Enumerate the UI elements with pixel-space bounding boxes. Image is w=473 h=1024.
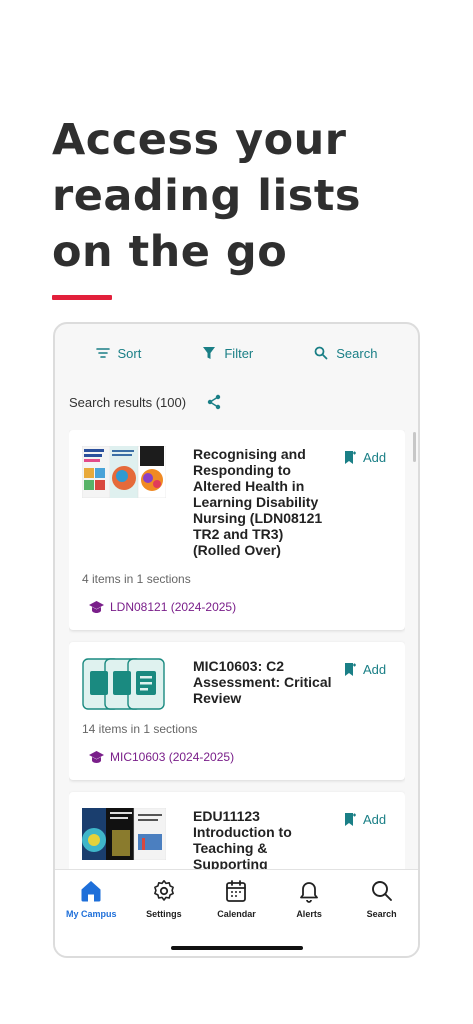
nav-label: My Campus	[66, 909, 117, 919]
filter-icon	[203, 347, 216, 359]
gear-icon	[153, 880, 174, 901]
home-indicator	[171, 946, 303, 950]
add-button[interactable]: Add	[345, 662, 386, 677]
bell-icon	[300, 882, 318, 903]
add-button[interactable]: Add	[345, 450, 386, 465]
accent-divider	[52, 295, 112, 300]
bottom-navigation: My Campus Settings Calendar Alerts Searc…	[55, 869, 418, 956]
search-icon	[371, 881, 392, 901]
nav-label: Settings	[146, 909, 182, 919]
share-icon[interactable]	[206, 394, 222, 410]
add-label: Add	[363, 812, 387, 827]
bookmark-add-icon	[345, 451, 356, 464]
hero-line: Access your	[52, 115, 347, 165]
sort-label: Sort	[117, 345, 142, 361]
calendar-icon	[226, 880, 247, 902]
reading-list-title: MIC10603: C2 Assessment: Critical Review	[193, 658, 332, 706]
reading-list-title: Recognising and Responding to Altered He…	[193, 446, 323, 558]
reading-list-results: Recognising and Responding to Altered He…	[69, 430, 405, 870]
list-item[interactable]: EDU11123 Introduction to Teaching & Supp…	[69, 792, 405, 870]
search-button[interactable]: Search	[314, 346, 377, 361]
module-tag[interactable]: LDN08121 (2024-2025)	[89, 600, 236, 614]
nav-search[interactable]: Search	[347, 879, 417, 956]
bookmark-add-icon	[345, 813, 356, 826]
hero-line: reading lists	[52, 171, 361, 221]
reading-list-title: EDU11123 Introduction to Teaching & Supp…	[193, 808, 292, 870]
phone-mockup: Sort Filter Search Search results (100)	[53, 322, 420, 958]
add-label: Add	[363, 662, 387, 677]
book-covers-thumbnail	[82, 446, 166, 498]
filter-label: Filter	[224, 345, 254, 361]
document-icons-thumbnail	[82, 658, 165, 710]
list-item[interactable]: Recognising and Responding to Altered He…	[69, 430, 405, 630]
hero-line: on the go	[52, 227, 288, 277]
module-tag-label: LDN08121 (2024-2025)	[110, 600, 237, 614]
nav-my-campus[interactable]: My Campus	[56, 879, 126, 956]
search-label: Search	[336, 345, 378, 361]
scrollbar[interactable]	[413, 432, 416, 462]
nav-label: Calendar	[217, 909, 256, 919]
sort-icon	[95, 348, 110, 358]
item-count: 4 items in 1 sections	[82, 572, 191, 586]
graduation-cap-icon	[89, 751, 104, 763]
sort-button[interactable]: Sort	[95, 345, 142, 361]
module-tag[interactable]: MIC10603 (2024-2025)	[89, 750, 234, 764]
hero-heading: Access your reading lists on the go	[52, 112, 452, 280]
search-icon	[314, 346, 328, 360]
bookmark-add-icon	[345, 663, 356, 676]
graduation-cap-icon	[89, 601, 104, 613]
item-count: 14 items in 1 sections	[82, 722, 198, 736]
results-row: Search results (100)	[69, 394, 222, 410]
home-icon	[81, 881, 101, 902]
book-covers-thumbnail	[82, 808, 166, 860]
list-item[interactable]: MIC10603: C2 Assessment: Critical Review…	[69, 642, 405, 780]
toolbar: Sort Filter Search	[55, 324, 418, 382]
nav-label: Alerts	[296, 909, 322, 919]
module-tag-label: MIC10603 (2024-2025)	[110, 750, 235, 764]
filter-button[interactable]: Filter	[202, 346, 253, 361]
add-button[interactable]: Add	[345, 812, 386, 827]
nav-label: Search	[366, 909, 397, 919]
add-label: Add	[363, 450, 387, 465]
results-count: Search results (100)	[69, 394, 187, 410]
